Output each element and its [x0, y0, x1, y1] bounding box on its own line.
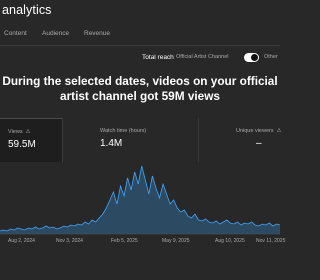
x-tick-label: Aug 2, 2024 — [8, 238, 35, 244]
metric-label-unique-viewers: Unique viewers — [236, 128, 274, 134]
warning-icon: ⚠ — [276, 128, 282, 134]
metric-card-views[interactable]: Views ⚠ 59.5M — [0, 118, 62, 162]
tab-revenue[interactable]: Revenue — [84, 30, 110, 37]
channel-toggle[interactable] — [244, 53, 259, 62]
app-title: analytics — [2, 3, 52, 17]
metric-card-watch-time[interactable]: Watch time (hours) 1.4M — [62, 118, 198, 162]
tab-bar: Content Audience Revenue — [0, 28, 280, 44]
app-header: analytics — [0, 0, 280, 24]
header-divider — [0, 45, 280, 46]
metric-label-wrap: Watch time (hours) — [100, 128, 146, 134]
chart-x-axis: Aug 2, 2024 Nov 3, 2024 Feb 5, 2025 May 9, … — [0, 238, 285, 248]
total-reach-label: Total reach — [142, 54, 174, 61]
tab-audience[interactable]: Audience — [42, 30, 69, 37]
x-tick-label: May 9, 2025 — [162, 238, 190, 244]
metric-cards: Views ⚠ 59.5M Watch time (hours) 1.4M Uni… — [0, 118, 282, 162]
metric-value-watch-time: 1.4M — [100, 138, 123, 149]
metric-divider — [198, 118, 199, 162]
metric-label-watch-time: Watch time (hours) — [100, 128, 147, 134]
toggle-knob — [251, 54, 258, 61]
other-label: Other — [264, 54, 278, 60]
tab-content[interactable]: Content — [4, 30, 27, 37]
x-tick-label: Feb 5, 2025 — [111, 238, 138, 244]
metric-card-unique-viewers[interactable]: Unique viewers ⚠ – — [198, 118, 282, 162]
metric-label-wrap: Unique viewers ⚠ — [236, 128, 282, 134]
metric-value-views: 59.5M — [8, 139, 36, 150]
metric-label-views: Views — [8, 129, 23, 135]
channel-toggle-label: Official Artist Channel — [176, 54, 229, 60]
views-chart[interactable] — [0, 162, 280, 250]
x-tick-label: Nov 11, 2025 — [256, 238, 286, 244]
x-tick-label: Nov 3, 2024 — [56, 238, 83, 244]
x-tick-label: Aug 10, 2025 — [215, 238, 245, 244]
metric-value-unique-viewers: – — [256, 138, 262, 149]
reach-filter-row: Total reach Official Artist Channel Othe… — [0, 51, 280, 65]
metric-divider — [62, 118, 63, 162]
warning-icon: ⚠ — [25, 129, 31, 135]
metric-label-wrap: Views ⚠ — [8, 129, 31, 135]
summary-headline: During the selected dates, videos on you… — [2, 74, 278, 103]
